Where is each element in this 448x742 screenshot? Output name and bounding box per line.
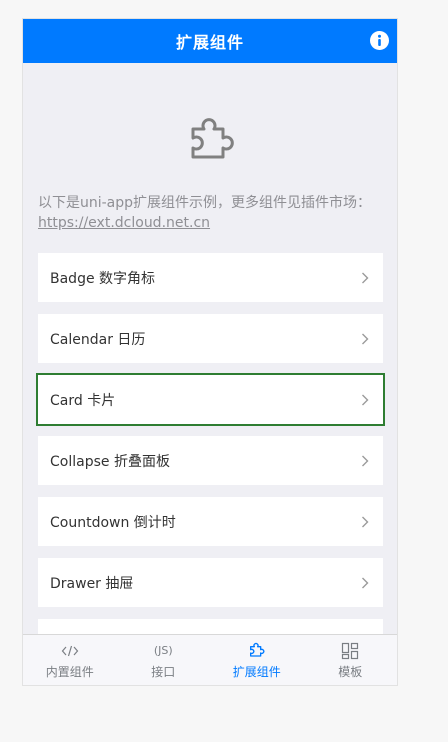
chevron-right-icon — [362, 577, 369, 588]
list-item-partial[interactable] — [38, 619, 383, 635]
page-title: 扩展组件 — [175, 33, 244, 52]
tab-templates[interactable]: 模板 — [304, 635, 398, 685]
intro-description: 以下是uni-app扩展组件示例，更多组件见插件市场： — [38, 195, 372, 211]
tab-label: 扩展组件 — [232, 664, 281, 679]
list-item-drawer[interactable]: Drawer 抽屉 — [38, 558, 383, 607]
list-item-label: Card 卡片 — [50, 392, 116, 409]
code-icon — [61, 641, 79, 661]
list-item-collapse[interactable]: Collapse 折叠面板 — [38, 436, 383, 485]
content-area: 以下是uni-app扩展组件示例，更多组件见插件市场： https://ext.… — [23, 63, 397, 635]
puzzle-icon — [185, 115, 239, 169]
list-item-label: Badge 数字角标 — [50, 270, 156, 287]
plugin-market-link[interactable]: https://ext.dcloud.net.cn — [38, 215, 210, 231]
intro-text: 以下是uni-app扩展组件示例，更多组件见插件市场： https://ext.… — [38, 193, 383, 233]
tab-label: 内置组件 — [45, 664, 94, 679]
info-icon[interactable] — [370, 31, 389, 50]
js-icon: (JS) — [153, 644, 173, 657]
list-item-label: Countdown 倒计时 — [50, 514, 176, 531]
tab-builtin-components[interactable]: 内置组件 — [23, 635, 117, 685]
grid-icon — [341, 641, 359, 661]
list-item-label: Calendar 日历 — [50, 331, 146, 348]
tab-api[interactable]: (JS) 接口 — [117, 635, 211, 685]
chevron-right-icon — [362, 455, 369, 466]
tab-extended-components[interactable]: 扩展组件 — [210, 635, 304, 685]
chevron-right-icon — [362, 394, 369, 405]
navbar: 扩展组件 — [23, 19, 397, 63]
tab-label: 接口 — [151, 664, 176, 679]
phone-frame: 扩展组件 以下是uni-app扩展组件示例，更多组件见插件市场： https:/… — [22, 18, 398, 686]
list-item-calendar[interactable]: Calendar 日历 — [38, 314, 383, 363]
component-list: Badge 数字角标 Calendar 日历 Card 卡片 Collapse … — [36, 253, 385, 635]
chevron-right-icon — [362, 516, 369, 527]
puzzle-icon — [248, 641, 266, 661]
tab-bar: 内置组件 (JS) 接口 扩展组件 模板 — [23, 634, 397, 685]
list-item-badge[interactable]: Badge 数字角标 — [38, 253, 383, 302]
chevron-right-icon — [362, 333, 369, 344]
list-item-label: Collapse 折叠面板 — [50, 453, 170, 470]
list-item-card[interactable]: Card 卡片 — [36, 373, 385, 426]
tab-label: 模板 — [338, 664, 363, 679]
list-item-label: Drawer 抽屉 — [50, 575, 134, 592]
chevron-right-icon — [362, 272, 369, 283]
list-item-countdown[interactable]: Countdown 倒计时 — [38, 497, 383, 546]
